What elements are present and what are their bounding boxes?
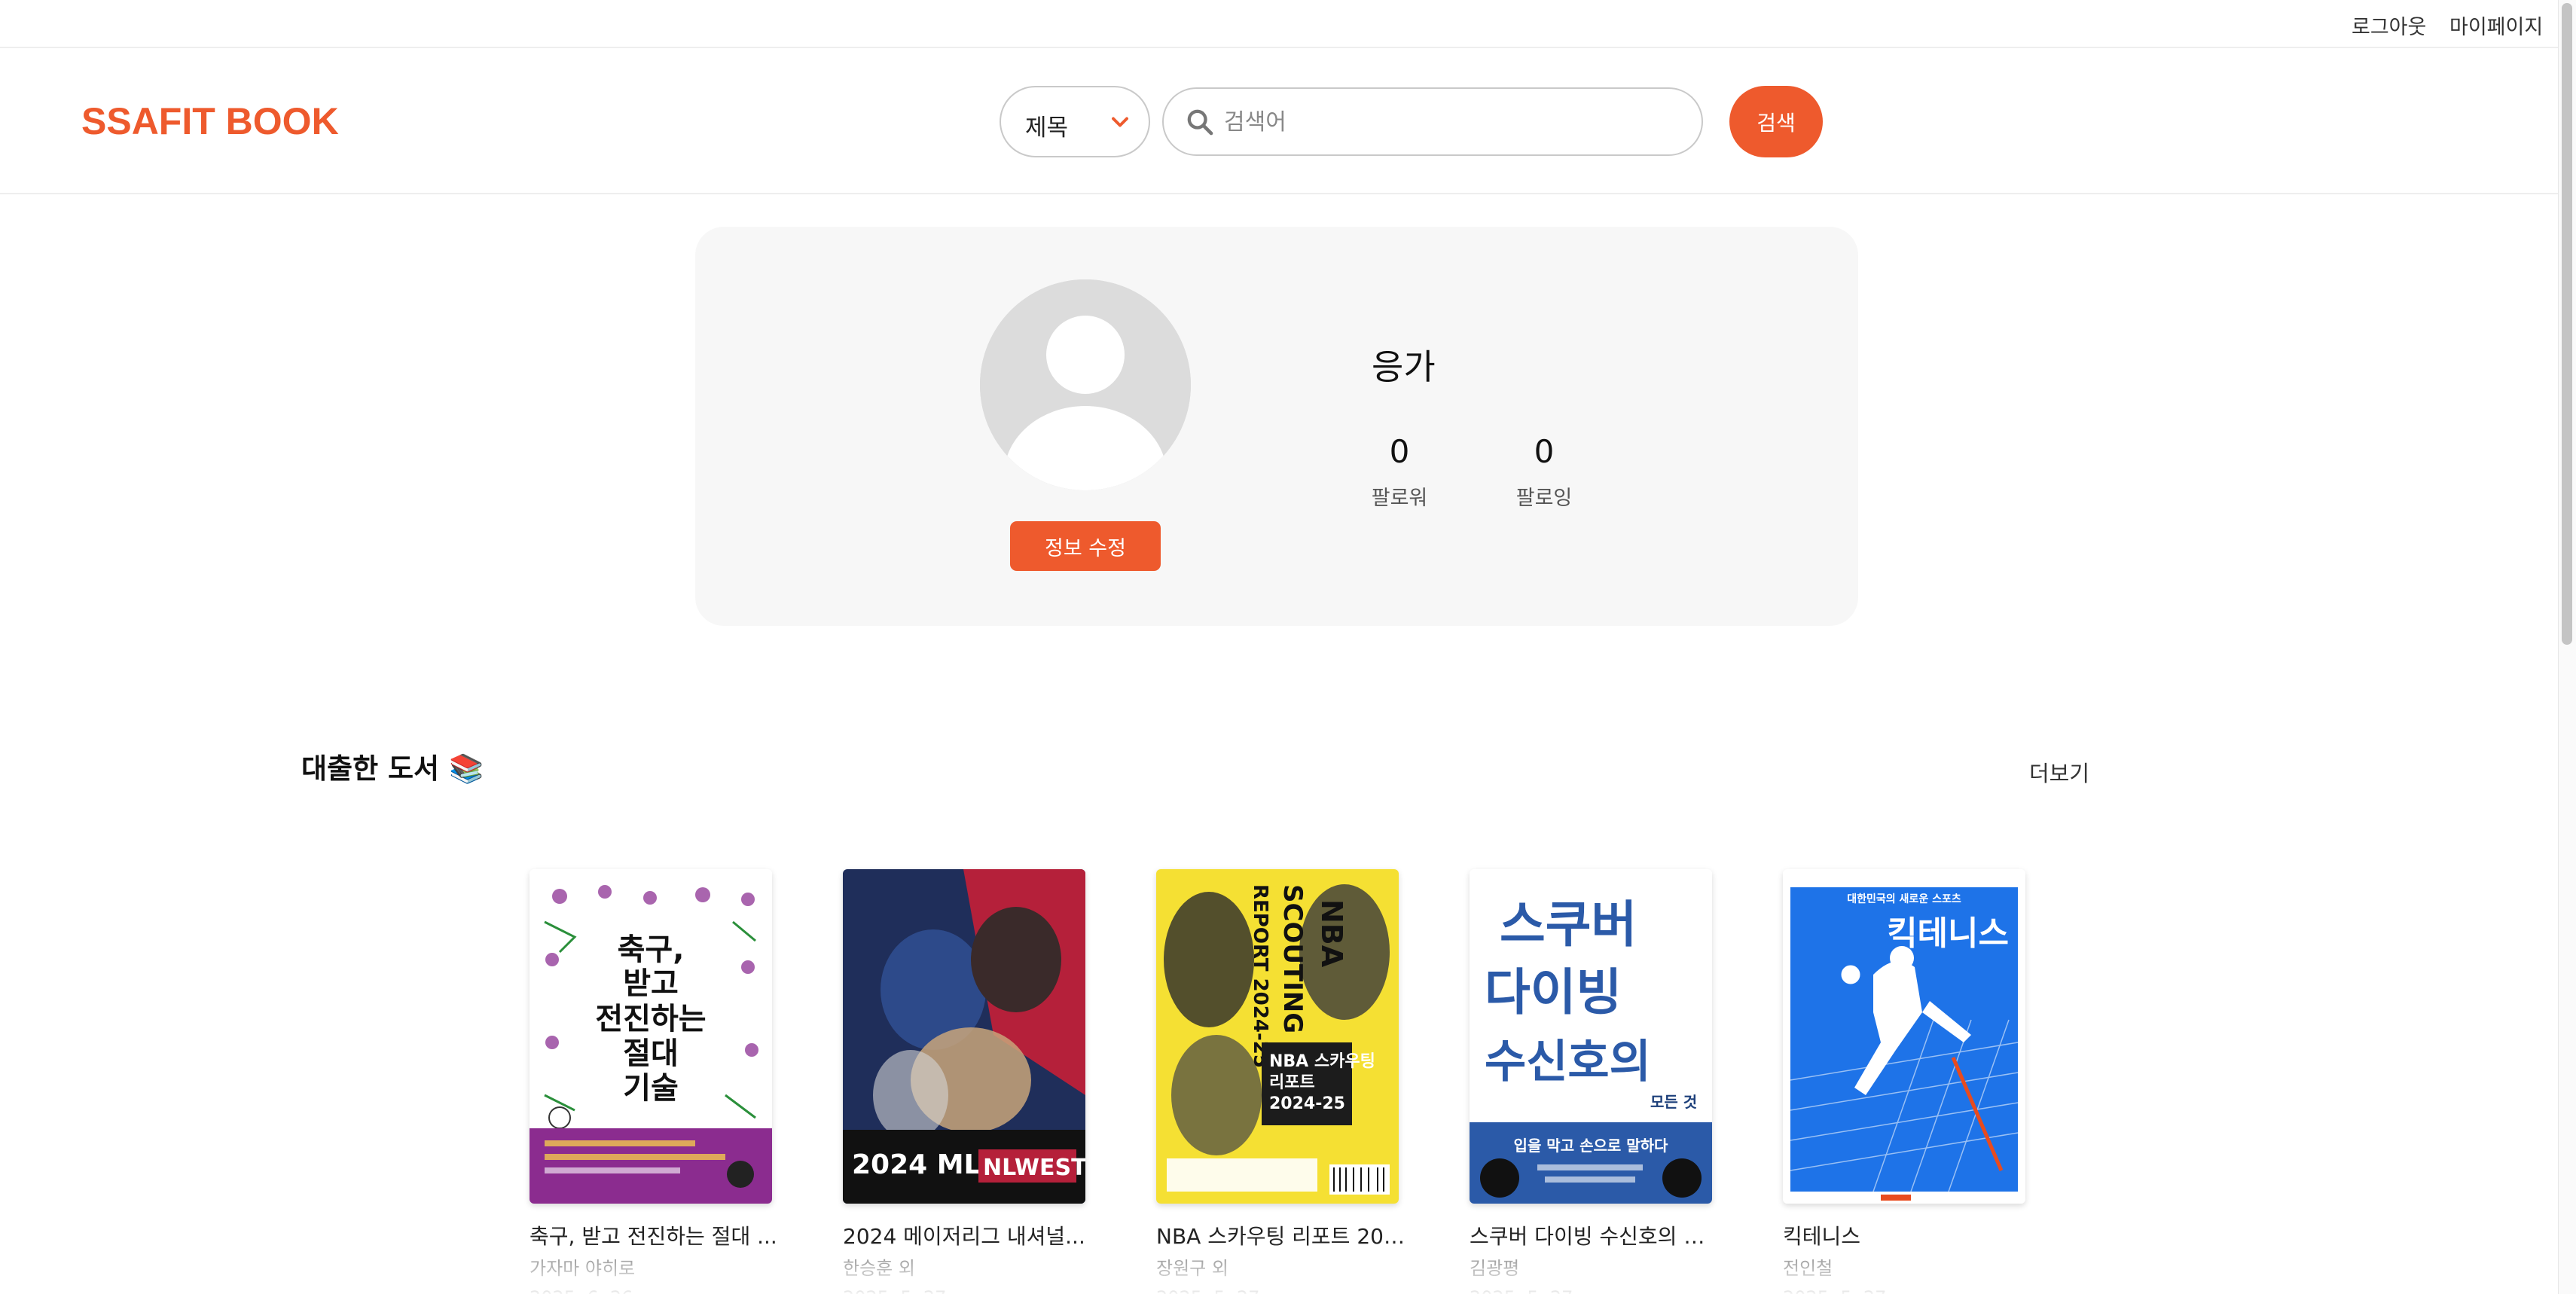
- followers-label: 팔로워: [1371, 487, 1428, 510]
- book-card[interactable]: 대한민국의 새로운 스포츠 킥테니스 킥테니스 전인철 2025. 5. 27.: [1783, 869, 2039, 1294]
- cover-title-line: 스쿠버: [1500, 896, 1637, 954]
- book-cover[interactable]: 대한민국의 새로운 스포츠 킥테니스: [1783, 869, 2025, 1204]
- book-cover[interactable]: NBA SCOUTING REPORT 2024-25 NBA 스카우팅 리포트…: [1156, 869, 1399, 1204]
- following-stat[interactable]: 0 팔로잉: [1495, 432, 1593, 511]
- book-cover-art: 대한민국의 새로운 스포츠 킥테니스: [1783, 869, 2025, 1204]
- search-type-value: 제목: [1025, 114, 1069, 142]
- borrowed-section-title: 대출한 도서 📚: [301, 752, 484, 785]
- book-cover-art: 축구, 받고 전진하는 절대 기술: [530, 869, 772, 1204]
- mypage-link[interactable]: 마이페이지: [2449, 11, 2543, 40]
- top-utility-bar: 로그아웃 마이페이지: [0, 0, 2558, 48]
- cover-title-line: 2024-25: [1269, 1094, 1345, 1113]
- site-header: SSAFIT BOOK 제목 검색: [0, 50, 2558, 194]
- profile-card: 정보 수정 응가 0 팔로워 0 팔로잉: [695, 227, 1858, 626]
- book-author: 한승훈 외: [843, 1258, 915, 1279]
- logout-link[interactable]: 로그아웃: [2352, 11, 2426, 40]
- followers-count: 0: [1389, 433, 1410, 470]
- book-cover[interactable]: 스쿠버 다이빙 수신호의 모든 것 입을 막고 손으로 말하다: [1470, 869, 1712, 1204]
- edit-profile-button[interactable]: 정보 수정: [1010, 521, 1161, 571]
- search-button[interactable]: 검색: [1729, 86, 1823, 157]
- chevron-down-icon: [1112, 117, 1128, 127]
- search-input[interactable]: [1224, 102, 1676, 142]
- book-title[interactable]: 2024 메이저리그 내셔널...: [843, 1220, 1091, 1250]
- book-date: 2025. 5. 27.: [1156, 1287, 1412, 1294]
- followers-stat[interactable]: 0 팔로워: [1351, 432, 1448, 511]
- book-author: 장원구 외: [1156, 1258, 1228, 1279]
- book-card[interactable]: 2024 MLB NLWEST 2024 메이저리그 내셔널... 한승훈 외 …: [843, 869, 1099, 1294]
- book-cover[interactable]: 2024 MLB NLWEST: [843, 869, 1085, 1204]
- avatar: [980, 279, 1191, 490]
- cover-title-line: 다이빙: [1485, 963, 1622, 1021]
- book-cover[interactable]: 축구, 받고 전진하는 절대 기술: [530, 869, 772, 1204]
- cover-title-line: 기술: [623, 1071, 679, 1106]
- site-logo[interactable]: SSAFIT BOOK: [81, 99, 339, 143]
- cover-title-line: 수신호의: [1485, 1036, 1651, 1088]
- cover-title-line: 축구,: [618, 932, 685, 967]
- book-cover-art: 2024 MLB NLWEST: [843, 869, 1085, 1204]
- book-title[interactable]: 스쿠버 다이빙 수신호의 모...: [1470, 1220, 1718, 1250]
- following-count: 0: [1534, 433, 1555, 470]
- book-author: 김광평: [1470, 1258, 1520, 1279]
- cover-title-line: 리포트: [1269, 1073, 1315, 1092]
- search-box: [1162, 87, 1703, 156]
- book-title[interactable]: 축구, 받고 전진하는 절대 ...: [530, 1220, 778, 1250]
- book-date: 2025. 5. 27.: [1470, 1287, 1726, 1294]
- book-cover-art: 스쿠버 다이빙 수신호의 모든 것 입을 막고 손으로 말하다: [1470, 869, 1712, 1204]
- user-placeholder-icon: [980, 279, 1191, 490]
- cover-title-line: 킥테니스: [1887, 914, 2009, 953]
- search-icon: [1187, 109, 1213, 136]
- book-date: 2025. 6. 26.: [530, 1287, 786, 1294]
- cover-subtitle: 대한민국의 새로운 스포츠: [1847, 893, 1961, 905]
- scrollbar-thumb[interactable]: [2562, 3, 2572, 645]
- cover-title-line: NBA: [1315, 899, 1348, 968]
- book-date: 2025. 5. 27.: [1783, 1287, 2039, 1294]
- book-title[interactable]: NBA 스카우팅 리포트 202...: [1156, 1220, 1405, 1250]
- more-link[interactable]: 더보기: [2029, 756, 2089, 788]
- following-label: 팔로잉: [1515, 487, 1573, 510]
- book-card[interactable]: NBA SCOUTING REPORT 2024-25 NBA 스카우팅 리포트…: [1156, 869, 1412, 1294]
- cover-title-line: 모든 것: [1650, 1093, 1697, 1111]
- book-title[interactable]: 킥테니스: [1783, 1220, 2031, 1250]
- book-date: 2025. 5. 27.: [843, 1287, 1099, 1294]
- cover-title-line: 전진하는: [595, 1002, 706, 1036]
- cover-title-line: NLWEST: [983, 1155, 1085, 1181]
- book-cover-art: NBA SCOUTING REPORT 2024-25 NBA 스카우팅 리포트…: [1156, 869, 1399, 1204]
- cover-title-line: REPORT 2024-25: [1249, 884, 1271, 1068]
- profile-username: 응가: [1372, 346, 1436, 387]
- cover-title-line: NBA 스카우팅: [1269, 1052, 1375, 1071]
- book-author: 가자마 야히로: [530, 1258, 636, 1279]
- cover-title-line: 절대: [623, 1036, 679, 1071]
- cover-title-line: SCOUTING: [1277, 884, 1308, 1033]
- search-type-select[interactable]: 제목: [1000, 86, 1150, 157]
- cover-subtitle: 입을 막고 손으로 말하다: [1514, 1137, 1668, 1155]
- book-card[interactable]: 스쿠버 다이빙 수신호의 모든 것 입을 막고 손으로 말하다 스쿠버 다이빙 …: [1470, 869, 1726, 1294]
- cover-title-line: 받고: [623, 966, 679, 1001]
- book-author: 전인철: [1783, 1258, 1833, 1279]
- book-card[interactable]: 축구, 받고 전진하는 절대 기술 축구, 받고 전진하는 절대 ... 가자마…: [530, 869, 786, 1294]
